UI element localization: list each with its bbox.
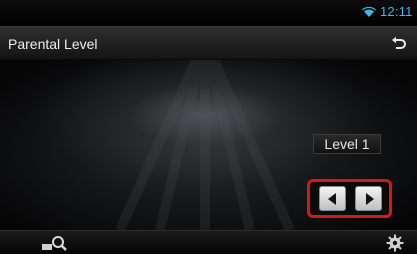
back-button[interactable] [390, 35, 408, 53]
status-bar: 12:11 [0, 0, 417, 26]
triangle-left-icon [328, 193, 336, 205]
back-return-icon [395, 39, 406, 49]
level-down-button[interactable] [319, 186, 346, 211]
search-button[interactable] [42, 234, 68, 252]
level-arrows-group [307, 179, 392, 218]
title-bar: Parental Level [0, 26, 417, 60]
settings-button[interactable] [386, 234, 404, 252]
level-up-button[interactable] [355, 186, 382, 211]
search-icon [52, 236, 67, 251]
bottom-bar [0, 230, 417, 254]
gear-icon [386, 234, 404, 252]
page-title: Parental Level [8, 36, 98, 52]
clock: 12:11 [380, 4, 413, 19]
triangle-right-icon [366, 193, 374, 205]
level-value: Level 1 [313, 134, 381, 154]
wifi-icon [362, 6, 376, 17]
